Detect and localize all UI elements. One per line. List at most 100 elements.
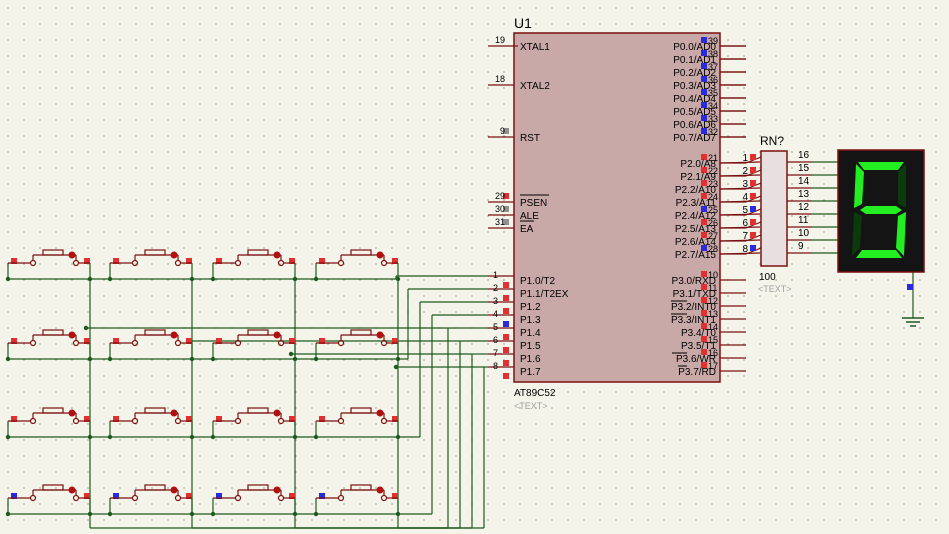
pin-state-marker: [503, 360, 509, 366]
wire-junction: [395, 276, 401, 282]
wire-junction: [87, 356, 93, 362]
wire-junction: [210, 276, 216, 282]
resistor-network-body: [760, 150, 788, 267]
wire-junction: [210, 511, 216, 517]
mcu-pin-label: ALE: [520, 211, 539, 222]
pin-state-marker: [503, 308, 509, 314]
wire-junction: [107, 356, 113, 362]
mcu-pin-number: 2: [493, 283, 498, 293]
wire-junction: [87, 276, 93, 282]
wire-junction: [87, 434, 93, 440]
mcu-pin-label: XTAL1: [520, 42, 550, 53]
pin-state-marker: [750, 193, 756, 199]
rn-ref-label: RN?: [760, 134, 784, 148]
mcu-text-tag: <TEXT>: [514, 401, 548, 411]
segment-d: [856, 250, 902, 258]
mcu-pin-label: P1.3: [520, 315, 541, 326]
mcu-pin-number: 16: [708, 348, 718, 358]
wire-junction: [288, 351, 294, 357]
mcu-pin-number: 35: [708, 88, 718, 98]
button-indicator: [273, 486, 281, 494]
mcu-pin-label: P1.2: [520, 302, 541, 313]
mcu-pin-number: 14: [708, 322, 718, 332]
pin-state-marker: [503, 347, 509, 353]
pin-state-marker: [750, 180, 756, 186]
mcu-pin-label: P1.0/T2: [520, 276, 555, 287]
wire-junction: [5, 276, 11, 282]
mcu-ref-label: U1: [514, 15, 532, 31]
wire-junction: [87, 511, 93, 517]
mcu-pin-number: 19: [495, 35, 505, 45]
wire-junction: [189, 434, 195, 440]
mcu-pin-number: 27: [708, 231, 718, 241]
wire-junction: [83, 325, 89, 331]
button-indicator: [273, 331, 281, 339]
mcu-pin-number: 37: [708, 62, 718, 72]
mcu-pin-number: 33: [708, 114, 718, 124]
rn-pin-number: 7: [742, 231, 748, 242]
wire-junction: [292, 276, 298, 282]
wire-junction: [107, 511, 113, 517]
mcu-pin-number: 13: [708, 309, 718, 319]
wire-junction: [210, 356, 216, 362]
pin-state-marker: [750, 219, 756, 225]
schematic-canvas: U1 AT89C52 <TEXT> 19 XTAL1 18 XTAL2 9 RST 29 PSEN 3…: [0, 0, 949, 529]
wire-junction: [189, 511, 195, 517]
wire-junction: [313, 276, 319, 282]
button-indicator: [68, 331, 76, 339]
wire-junction: [107, 434, 113, 440]
mcu-pin-number: 4: [493, 309, 498, 319]
rn-pin-number: 15: [798, 163, 810, 174]
wire-junction: [393, 364, 399, 370]
rn-pin-number: 1: [742, 153, 748, 164]
button-indicator: [376, 331, 384, 339]
mcu-pin-number: 25: [708, 205, 718, 215]
wire-junction: [189, 356, 195, 362]
wire-junction: [210, 434, 216, 440]
pin-state-marker: [907, 284, 913, 290]
rn-pin-number: 12: [798, 202, 810, 213]
wire-junction: [313, 356, 319, 362]
mcu-pin-number: 15: [708, 335, 718, 345]
mcu-part-label: AT89C52: [514, 388, 556, 399]
mcu-pin-number: 36: [708, 75, 718, 85]
schematic-diagram: U1AT89C52<TEXT>19XTAL118XTAL29RST29PSEN3…: [0, 0, 949, 529]
mcu-pin-number: 11: [708, 283, 717, 293]
rn-pin-number: 16: [798, 150, 810, 161]
wire-junction: [395, 434, 401, 440]
button-indicator: [170, 251, 178, 259]
mcu-pin-number: 9: [500, 126, 505, 136]
mcu-pin-number: 32: [708, 127, 718, 137]
rn-pin-number: 8: [742, 244, 748, 255]
wire-junction: [292, 511, 298, 517]
mcu-pin-number: 6: [493, 335, 498, 345]
button-indicator: [68, 251, 76, 259]
wire-junction: [5, 511, 11, 517]
rn-pin-number: 3: [742, 179, 748, 190]
wire-junction: [107, 276, 113, 282]
grid-background: [0, 0, 949, 529]
pin-state-marker: [503, 295, 509, 301]
mcu-pin-number: 31: [495, 217, 505, 227]
mcu-pin-number: 5: [493, 322, 498, 332]
mcu-pin-label: P1.4: [520, 328, 541, 339]
button-indicator: [376, 251, 384, 259]
button-indicator: [68, 409, 76, 417]
rn-value-label: 100: [759, 272, 776, 283]
button-indicator: [376, 409, 384, 417]
wire-junction: [313, 511, 319, 517]
wire-junction: [313, 434, 319, 440]
button-indicator: [170, 331, 178, 339]
pin-state-marker: [750, 167, 756, 173]
rn-text-tag: <TEXT>: [758, 284, 792, 294]
pin-state-marker: [503, 334, 509, 340]
rn-pin-number: 14: [798, 176, 810, 187]
mcu-pin-number: 26: [708, 218, 718, 228]
mcu-pin-number: 12: [708, 296, 718, 306]
mcu-pin-number: 23: [708, 179, 718, 189]
wire-junction: [395, 356, 401, 362]
wire-junction: [189, 276, 195, 282]
mcu-pin-number: 38: [708, 49, 718, 59]
rn-pin-number: 11: [798, 215, 809, 226]
pin-state-marker: [750, 206, 756, 212]
